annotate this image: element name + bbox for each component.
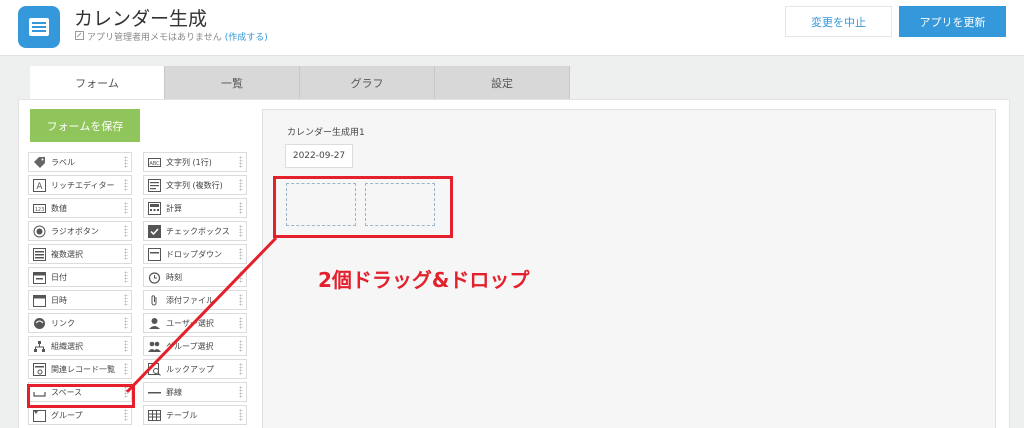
space-item-highlight: [27, 384, 135, 408]
annotation-line: [125, 236, 278, 394]
annotation-text: 2個ドラッグ&ドロップ: [318, 268, 530, 292]
drop-target-highlight: [273, 176, 453, 238]
